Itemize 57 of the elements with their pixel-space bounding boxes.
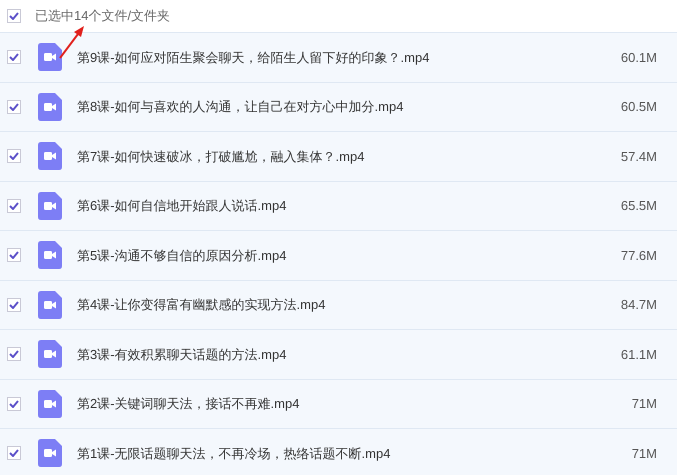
checkbox[interactable] xyxy=(7,248,21,262)
video-file-icon xyxy=(38,92,62,121)
checkbox[interactable] xyxy=(7,298,21,312)
selection-count: 已选中14个文件/文件夹 xyxy=(35,7,170,26)
file-size: 60.5M xyxy=(620,98,657,116)
file-size: 57.4M xyxy=(620,148,657,166)
checkbox[interactable] xyxy=(7,396,21,411)
file-size: 77.6M xyxy=(620,246,657,264)
check-icon xyxy=(9,102,19,111)
file-name: 第8课-如何与喜欢的人沟通，让自己在对方心中加分.mp4 xyxy=(77,98,404,116)
check-icon xyxy=(9,202,19,210)
checkbox[interactable] xyxy=(7,446,21,460)
file-row[interactable]: 第7课-如何快速破冰，打破尴尬，融入集体？.mp4 57.4M xyxy=(0,131,677,180)
video-file-icon xyxy=(38,241,62,270)
checkbox[interactable] xyxy=(7,149,21,164)
file-size: 60.1M xyxy=(620,48,657,66)
file-row[interactable]: 第3课-有效积累聊天话题的方法.mp4 61.1M xyxy=(0,329,677,378)
video-file-icon xyxy=(38,290,62,319)
file-size: 65.5M xyxy=(620,197,657,215)
file-name: 第5课-沟通不够自信的原因分析.mp4 xyxy=(77,246,288,265)
checkbox[interactable] xyxy=(7,198,21,213)
check-icon xyxy=(9,152,19,160)
file-size: 61.1M xyxy=(620,346,657,364)
checkbox[interactable] xyxy=(7,9,21,23)
file-row[interactable]: 第9课-如何应对陌生聚会聊天，给陌生人留下好的印象？.mp4 60.1M xyxy=(0,32,677,82)
video-file-icon xyxy=(38,340,62,368)
checkbox[interactable] xyxy=(7,100,21,114)
file-row[interactable]: 第1课-无限话题聊天法，不再冷场，热络话题不断.mp4 71M xyxy=(0,428,677,475)
video-file-icon xyxy=(38,43,62,72)
file-row[interactable]: 第2课-关键词聊天法，接话不再难.mp4 71M xyxy=(0,378,677,428)
file-name: 第2课-关键词聊天法，接话不再难.mp4 xyxy=(77,395,300,413)
file-row[interactable]: 第4课-让你变得富有幽默感的实现方法.mp4 84.7M xyxy=(0,280,677,329)
check-icon xyxy=(9,449,19,458)
file-row[interactable]: 第5课-沟通不够自信的原因分析.mp4 77.6M xyxy=(0,230,677,280)
file-row[interactable]: 第6课-如何自信地开始跟人说话.mp4 65.5M xyxy=(0,180,677,230)
file-name: 第6课-如何自信地开始跟人说话.mp4 xyxy=(77,197,288,215)
video-file-icon xyxy=(38,142,62,170)
file-row[interactable]: 第8课-如何与喜欢的人沟通，让自己在对方心中加分.mp4 60.5M xyxy=(0,82,677,131)
file-size: 84.7M xyxy=(620,296,657,314)
video-file-icon xyxy=(38,390,62,418)
file-size: 71M xyxy=(632,444,657,462)
file-name: 第3课-有效积累聊天话题的方法.mp4 xyxy=(77,346,288,364)
file-name: 第4课-让你变得富有幽默感的实现方法.mp4 xyxy=(77,296,326,314)
check-icon xyxy=(9,53,19,62)
video-file-icon xyxy=(38,439,62,468)
check-icon xyxy=(9,12,19,20)
video-file-icon xyxy=(38,192,62,220)
file-name: 第9课-如何应对陌生聚会聊天，给陌生人留下好的印象？.mp4 xyxy=(77,48,430,67)
check-icon xyxy=(9,350,19,358)
file-name: 第1课-无限话题聊天法，不再冷场，热络话题不断.mp4 xyxy=(77,444,392,463)
checkbox[interactable] xyxy=(7,347,21,362)
check-icon xyxy=(9,251,19,260)
file-size: 71M xyxy=(632,395,657,413)
check-icon xyxy=(9,400,19,408)
checkbox[interactable] xyxy=(7,50,21,64)
check-icon xyxy=(9,300,19,309)
file-name: 第7课-如何快速破冰，打破尴尬，融入集体？.mp4 xyxy=(77,148,366,166)
